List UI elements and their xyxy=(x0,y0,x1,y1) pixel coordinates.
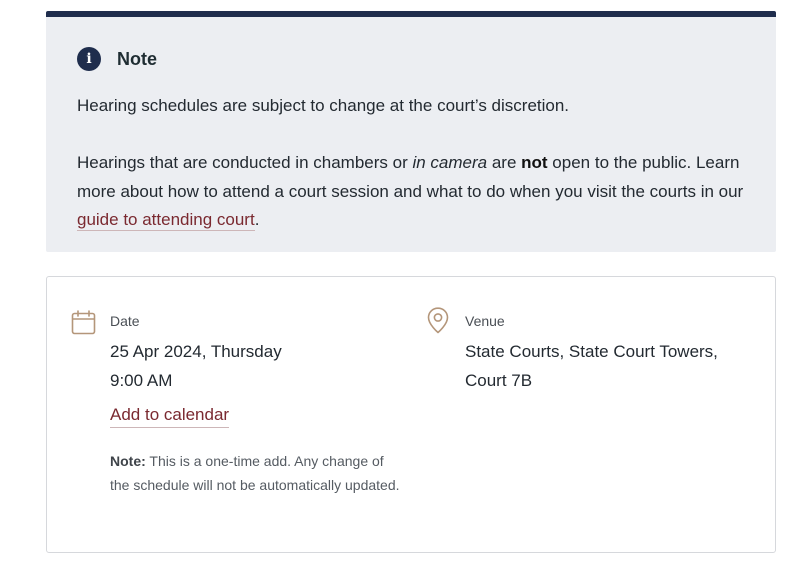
add-to-calendar-link[interactable]: Add to calendar xyxy=(110,405,230,428)
guide-to-attending-court-link[interactable]: guide to attending court xyxy=(77,210,255,231)
note-title: Note xyxy=(117,48,157,69)
hearing-details-card: Date 25 Apr 2024, Thursday 9:00 AM Add t… xyxy=(46,276,776,553)
note-text-part: are xyxy=(487,153,522,172)
page: i Note Hearing schedules are subject to … xyxy=(0,0,810,577)
calendar-note: Note: This is a one-time add. Any change… xyxy=(110,449,400,497)
venue-court-line: Court 7B xyxy=(465,371,533,390)
venue-value: State Courts, State Court Towers, Court … xyxy=(465,337,765,395)
calendar-icon xyxy=(71,310,96,335)
info-icon: i xyxy=(77,47,101,71)
calendar-note-text: This is a one-time add. Any change of th… xyxy=(110,453,400,493)
note-text-part: Hearings that are conducted in chambers … xyxy=(77,153,413,172)
note-bold-text: not xyxy=(521,153,548,172)
map-pin-icon xyxy=(427,307,449,334)
date-label: Date xyxy=(110,313,140,329)
note-callout: i Note Hearing schedules are subject to … xyxy=(46,11,776,252)
note-text-end: . xyxy=(254,210,260,229)
calendar-note-label: Note: xyxy=(110,453,146,469)
note-header: i Note xyxy=(77,47,157,71)
venue-value-line: State Courts, State Court Towers, xyxy=(465,342,718,361)
note-paragraph-schedule: Hearing schedules are subject to change … xyxy=(77,96,570,115)
date-value-line: 25 Apr 2024, Thursday xyxy=(110,342,282,361)
note-paragraph-attendance: Hearings that are conducted in chambers … xyxy=(77,149,757,235)
time-value-line: 9:00 AM xyxy=(110,371,173,390)
note-italic-text: in camera xyxy=(412,153,488,172)
venue-label: Venue xyxy=(465,313,505,329)
date-value: 25 Apr 2024, Thursday 9:00 AM xyxy=(110,337,410,395)
